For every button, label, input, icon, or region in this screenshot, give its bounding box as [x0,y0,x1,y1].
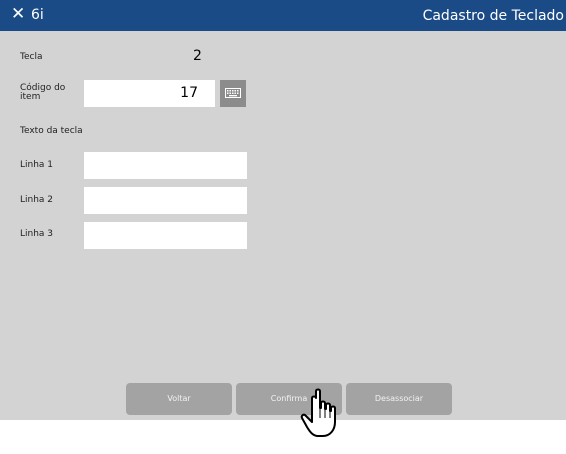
app-code: 6i [31,7,44,23]
screen-title: Cadastro de Teclado [422,8,564,24]
linha2-field[interactable] [84,187,247,214]
close-icon[interactable]: ✕ [11,3,25,25]
keyboard-button[interactable] [220,80,246,107]
keyboard-icon [225,88,241,98]
linha2-label: Linha 2 [20,195,54,205]
desassociar-button[interactable]: Desassociar [346,383,452,415]
voltar-button[interactable]: Voltar [126,383,232,415]
linha1-label: Linha 1 [20,160,54,170]
form-panel: Tecla 2 Código do item 17 Texto da tecla… [0,31,566,420]
title-bar: ✕ 6i Cadastro de Teclado [0,0,566,31]
codigo-label-line2: item [20,92,41,102]
texto-tecla-label: Texto da tecla [20,126,83,136]
linha3-field[interactable] [84,222,247,249]
linha1-field[interactable] [84,152,247,179]
tecla-value: 2 [193,48,202,64]
tecla-label: Tecla [20,52,43,62]
linha3-label: Linha 3 [20,229,54,239]
codigo-item-field[interactable]: 17 [84,80,215,107]
hand-pointer-icon [300,388,336,437]
